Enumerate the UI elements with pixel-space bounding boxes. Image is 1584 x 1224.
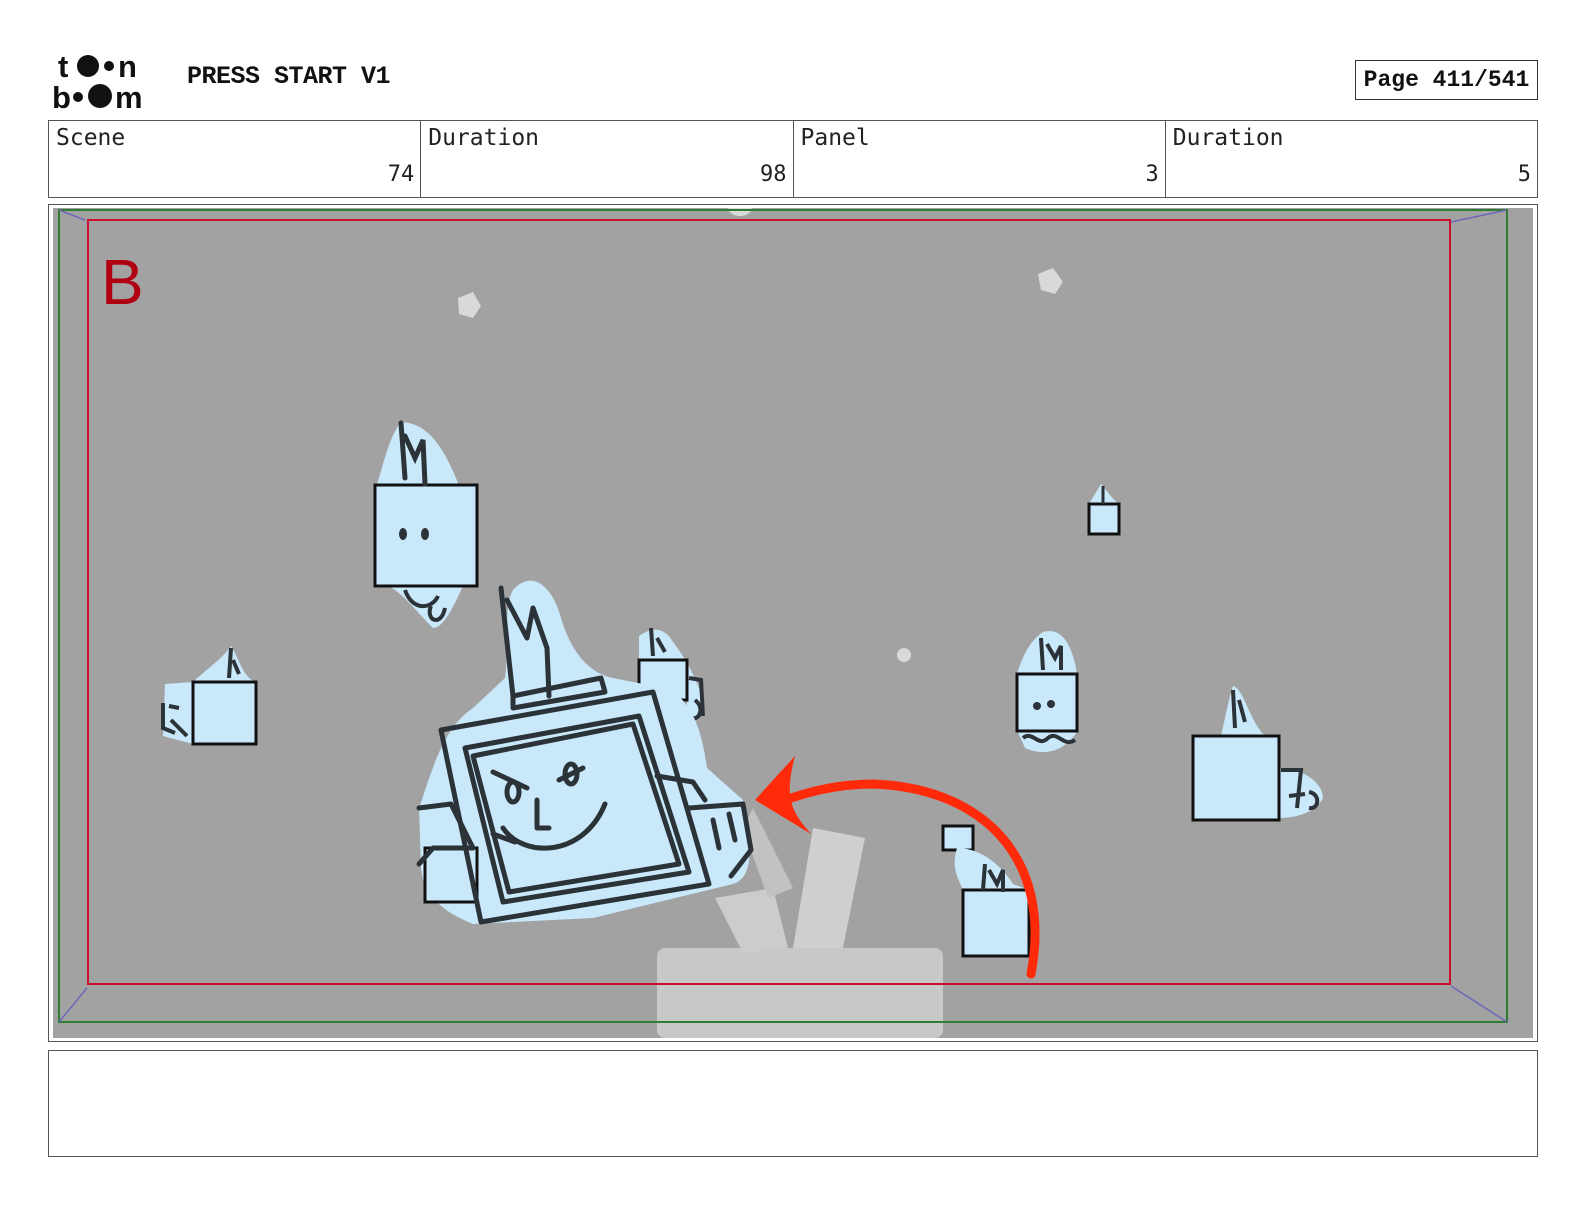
- storyboard-panel-image: B: [53, 208, 1533, 1038]
- scene-value: 74: [387, 162, 415, 187]
- panel-value: 3: [1145, 162, 1159, 187]
- field-letter: B: [101, 246, 144, 318]
- panel-background: [53, 208, 1533, 1038]
- scene-duration-value: 98: [760, 162, 787, 187]
- scene-label: Scene: [56, 125, 126, 151]
- page-number: Page 411/541: [1355, 60, 1538, 100]
- panel-duration-label: Duration: [1172, 125, 1284, 151]
- toonboom-logo-mark: t n b m: [52, 49, 143, 115]
- scene-duration-cell: Duration 98: [421, 121, 794, 197]
- scene-duration-label: Duration: [428, 125, 540, 151]
- panel-cell: Panel 3: [794, 121, 1166, 197]
- svg-text:n: n: [118, 50, 137, 84]
- panel-duration-value: 5: [1517, 162, 1531, 187]
- scene-cell: Scene 74: [49, 121, 422, 197]
- panel-duration-cell: Duration 5: [1166, 121, 1537, 197]
- panel-info-row: Scene 74 Duration 98 Panel 3 Duration 5: [48, 120, 1538, 198]
- toonboom-logo: t n b m: [52, 49, 164, 115]
- caption-box[interactable]: [48, 1050, 1538, 1157]
- svg-text:b: b: [52, 80, 71, 112]
- svg-text:t: t: [58, 50, 68, 84]
- panel-label: Panel: [800, 125, 870, 151]
- svg-text:m: m: [115, 80, 143, 112]
- project-title: PRESS START V1: [187, 62, 391, 91]
